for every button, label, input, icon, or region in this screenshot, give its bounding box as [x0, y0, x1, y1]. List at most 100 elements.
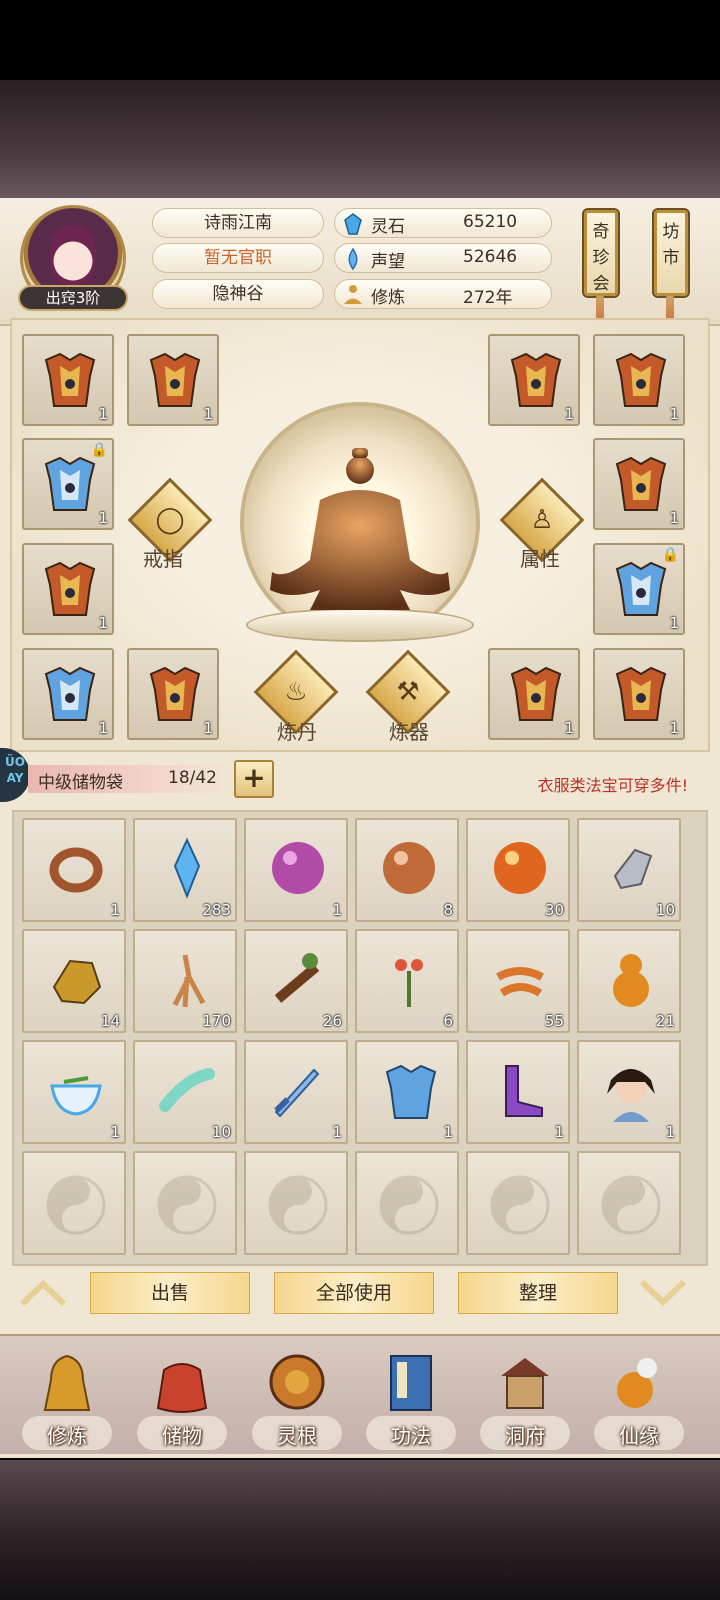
- inventory-slot[interactable]: 1: [22, 1040, 126, 1144]
- item-count: 10: [655, 901, 675, 919]
- forging-label: 炼器: [389, 720, 429, 744]
- market-button[interactable]: 坊市: [654, 210, 688, 296]
- yin-yang-icon: [268, 1175, 328, 1235]
- nav-storage[interactable]: 储物: [127, 1350, 237, 1450]
- bag-hint: 衣服类法宝可穿多件!: [537, 776, 688, 795]
- inventory-slot[interactable]: 1: [355, 1040, 459, 1144]
- item-count: 1: [110, 901, 120, 919]
- inventory-slot[interactable]: 1: [577, 1040, 681, 1144]
- nav-cave-dwelling[interactable]: 洞府: [470, 1350, 580, 1450]
- spirit-root-icon: [269, 1354, 325, 1410]
- inventory-slot[interactable]: 14: [22, 929, 126, 1033]
- inventory-slot[interactable]: 10: [133, 1040, 237, 1144]
- item-count: 1: [98, 719, 108, 737]
- empty-inventory-slot[interactable]: [244, 1151, 348, 1255]
- nav-fortune[interactable]: 仙缘: [584, 1350, 694, 1450]
- yin-yang-icon: [46, 1175, 106, 1235]
- scroll-up-icon[interactable]: [18, 1278, 68, 1308]
- equipment-slot[interactable]: 1: [593, 334, 685, 426]
- attributes-icon: ♙: [530, 505, 554, 535]
- flower-herb-icon: [395, 959, 423, 1007]
- yin-yang-icon: [379, 1175, 439, 1235]
- item-count: 26: [322, 1012, 342, 1030]
- prestige-icon: [348, 247, 358, 271]
- blue-armor-icon: [385, 1064, 437, 1119]
- hero-portrait-icon: [607, 1069, 655, 1122]
- gourd-icon: [613, 954, 649, 1007]
- yin-yang-icon: [601, 1175, 661, 1235]
- armor-icon: [615, 456, 667, 511]
- inventory-slot[interactable]: 1: [466, 1040, 570, 1144]
- inventory-slot[interactable]: 26: [244, 929, 348, 1033]
- item-count: 6: [443, 1012, 453, 1030]
- resource-cultivation: 修炼 272年: [334, 279, 552, 309]
- equipment-slot[interactable]: 1: [127, 334, 219, 426]
- inventory-slot[interactable]: 1: [244, 1040, 348, 1144]
- item-count: 1: [332, 901, 342, 919]
- lock-icon: 🔒: [90, 442, 108, 458]
- empty-inventory-slot[interactable]: [577, 1151, 681, 1255]
- inventory-slot[interactable]: 30: [466, 818, 570, 922]
- inventory-slot[interactable]: 21: [577, 929, 681, 1033]
- item-count: 10: [211, 1123, 231, 1141]
- item-count: 1: [564, 405, 574, 423]
- item-count: 1: [110, 1123, 120, 1141]
- equipment-slot[interactable]: 1: [488, 648, 580, 740]
- inventory-slot[interactable]: 283: [133, 818, 237, 922]
- nav-label: 功法: [391, 1424, 431, 1448]
- sell-button[interactable]: 出售: [90, 1272, 250, 1314]
- status-bar: [0, 0, 720, 80]
- player-name: 诗雨江南: [152, 208, 324, 238]
- armor-icon: [44, 561, 96, 616]
- item-count: 55: [544, 1012, 564, 1030]
- empty-inventory-slot[interactable]: [133, 1151, 237, 1255]
- item-count: 1: [203, 405, 213, 423]
- jade-scroll-icon: [159, 1068, 215, 1112]
- equipment-slot[interactable]: 🔒 1: [593, 543, 685, 635]
- equipment-slot[interactable]: 🔒 1: [22, 438, 114, 530]
- item-count: 283: [202, 901, 231, 919]
- item-count: 1: [98, 614, 108, 632]
- resource-spirit-stone: 灵石 65210: [334, 208, 552, 238]
- lock-icon: 🔒: [661, 547, 679, 563]
- scroll-down-icon[interactable]: [638, 1278, 688, 1308]
- ring-icon: [49, 847, 103, 893]
- empty-inventory-slot[interactable]: [22, 1151, 126, 1255]
- cultivate-icon: [43, 1354, 91, 1411]
- treasure-fair-button[interactable]: 奇珍会: [584, 210, 618, 296]
- inventory-slot[interactable]: 1: [244, 818, 348, 922]
- empty-inventory-slot[interactable]: [466, 1151, 570, 1255]
- equipment-slot[interactable]: 1: [593, 648, 685, 740]
- nav-label: 仙缘: [619, 1424, 659, 1448]
- item-count: 1: [669, 509, 679, 527]
- nav-spirit-root[interactable]: 灵根: [242, 1350, 352, 1450]
- armor-icon: [149, 352, 201, 407]
- inventory-slot[interactable]: 55: [466, 929, 570, 1033]
- equipment-slot[interactable]: 1: [22, 648, 114, 740]
- equipment-slot[interactable]: 1: [22, 543, 114, 635]
- forging-anvil-icon: ⚒: [396, 677, 420, 707]
- nav-skills-book[interactable]: 功法: [356, 1350, 466, 1450]
- inventory-slot[interactable]: 8: [355, 818, 459, 922]
- expand-bag-button[interactable]: +: [234, 760, 274, 798]
- equipment-slot[interactable]: 1: [488, 334, 580, 426]
- equipment-slot[interactable]: 1: [127, 648, 219, 740]
- item-count: 1: [669, 405, 679, 423]
- tea-bowl-icon: [50, 1076, 102, 1116]
- sort-button[interactable]: 整理: [458, 1272, 618, 1314]
- item-count: 14: [100, 1012, 120, 1030]
- inventory-slot[interactable]: 10: [577, 818, 681, 922]
- use-all-button[interactable]: 全部使用: [274, 1272, 434, 1314]
- equipment-slot[interactable]: 1: [593, 438, 685, 530]
- nav-cultivate[interactable]: 修炼: [12, 1350, 122, 1450]
- inventory-slot[interactable]: 1: [22, 818, 126, 922]
- spirit-stone-icon: [344, 213, 362, 235]
- equipment-slot[interactable]: 1: [22, 334, 114, 426]
- item-count: 8: [443, 901, 453, 919]
- empty-inventory-slot[interactable]: [355, 1151, 459, 1255]
- item-count: 1: [203, 719, 213, 737]
- rank-badge: 出窍3阶: [18, 285, 128, 311]
- inventory-slot[interactable]: 6: [355, 929, 459, 1033]
- official-title: 暂无官职: [152, 243, 324, 273]
- inventory-slot[interactable]: 170: [133, 929, 237, 1033]
